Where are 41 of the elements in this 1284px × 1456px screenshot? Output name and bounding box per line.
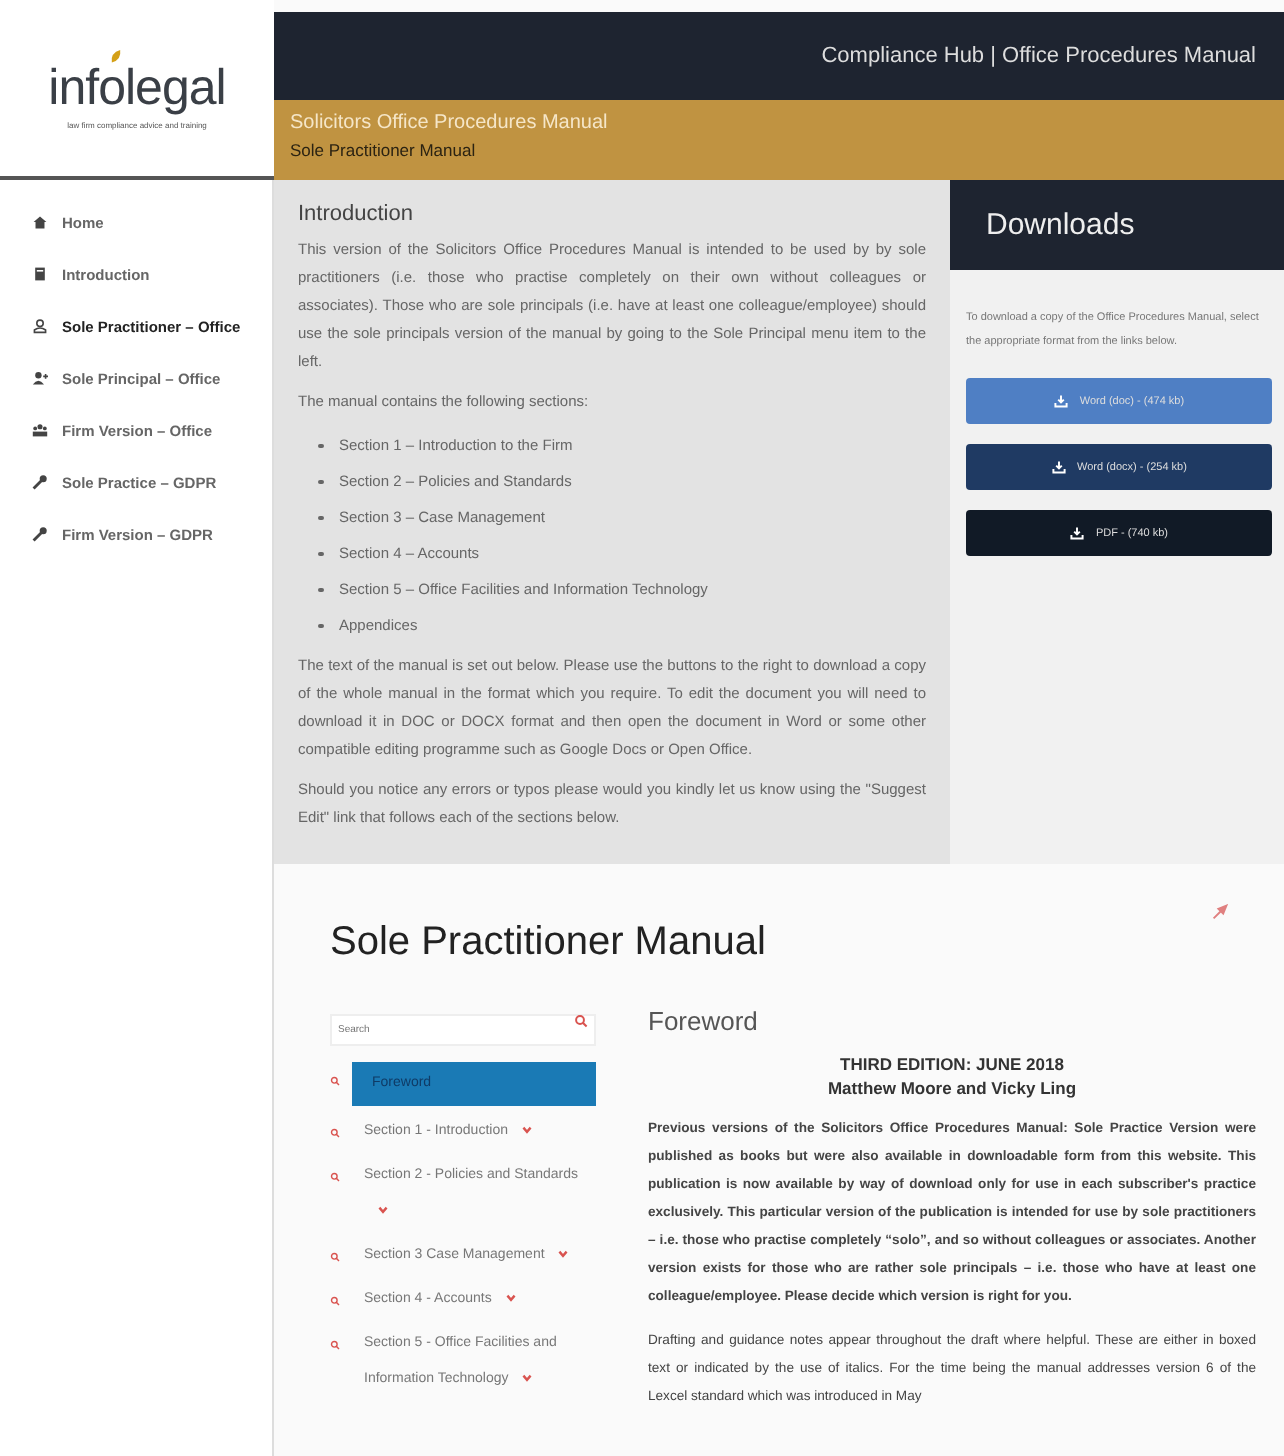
edition-heading: THIRD EDITION: JUNE 2018: [838, 1052, 1066, 1076]
magnifier-icon: [330, 1172, 340, 1182]
header-title: Compliance Hub | Office Procedures Manual: [821, 44, 1256, 68]
introduction-title: Introduction: [298, 200, 415, 228]
banner-title: Solicitors Office Procedures Manual: [290, 112, 610, 134]
bullet-icon: [318, 551, 323, 557]
download-icon: [1069, 526, 1084, 540]
magnifier-icon: [330, 1340, 340, 1350]
leaf-icon: [110, 49, 123, 63]
download-icon: [1051, 460, 1066, 474]
authors-heading: Matthew Moore and Vicky Ling: [825, 1076, 1079, 1100]
downloads-title: Downloads: [986, 208, 1135, 242]
download-icon: [1053, 394, 1068, 408]
bullet-icon: [318, 623, 323, 629]
magnifier-icon: [330, 1128, 340, 1138]
chevron-down-icon[interactable]: [376, 1204, 390, 1217]
user-icon: [32, 318, 48, 334]
bullet-icon: [318, 479, 323, 485]
bullet-icon: [318, 587, 323, 593]
magnifier-icon: [330, 1252, 340, 1262]
book-icon: [32, 266, 48, 282]
bullet-icon: [318, 443, 323, 449]
bullet-icon: [318, 515, 323, 521]
logo-text-start: inf: [48, 59, 99, 117]
magnifier-icon: [330, 1296, 340, 1306]
home-icon: [32, 214, 48, 230]
chevron-down-icon[interactable]: [503, 1292, 518, 1305]
users-icon: [32, 422, 48, 438]
chevron-down-icon[interactable]: [520, 1372, 535, 1385]
wrench-icon: [32, 474, 48, 490]
chevron-down-icon[interactable]: [520, 1124, 534, 1137]
search-icon: [574, 1014, 588, 1028]
manual-title: Sole Practitioner Manual: [330, 920, 768, 966]
logo-text-mark: o: [98, 67, 125, 107]
logo-text-end: legal: [124, 59, 226, 117]
foreword-title: Foreword: [648, 1006, 760, 1036]
chevron-down-icon[interactable]: [556, 1248, 571, 1261]
user-plus-icon: [32, 370, 48, 386]
magnifier-icon: [330, 1076, 340, 1086]
banner-subtitle: Sole Practitioner Manual: [290, 140, 478, 160]
wrench-icon: [32, 526, 48, 542]
